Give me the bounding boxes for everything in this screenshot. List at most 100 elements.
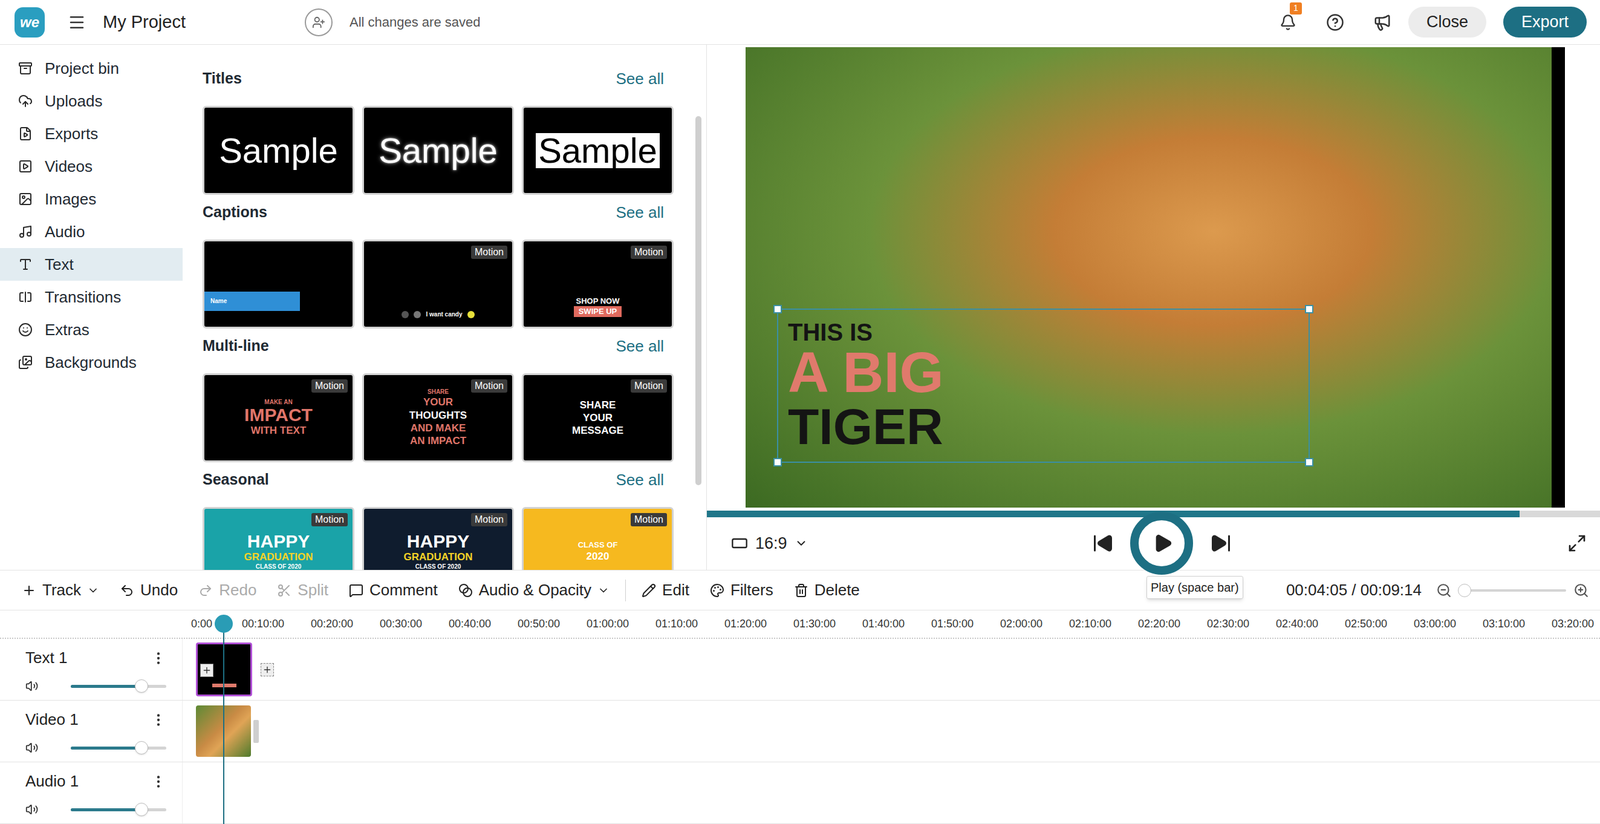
resize-handle[interactable] [1304, 457, 1314, 467]
ruler-label: 01:20:00 [711, 615, 781, 632]
logo[interactable]: we [14, 7, 45, 38]
toolbar-button[interactable]: Undo [119, 578, 178, 602]
volume-knob[interactable] [134, 802, 149, 816]
toolbar-button[interactable]: Edit [641, 578, 690, 602]
template-card[interactable]: MotionSHAREYOURMESSAGE [521, 373, 674, 462]
skip-forward-icon[interactable] [1209, 532, 1232, 554]
zoom-knob[interactable] [1457, 583, 1472, 597]
toolbar-button[interactable]: Redo [198, 578, 257, 602]
template-card[interactable]: MotionHAPPYGRADUATIONCLASS OF 2020 [202, 506, 355, 570]
template-card[interactable]: MotionCLASS OF2020 [521, 506, 674, 570]
card-text: Sample [218, 133, 339, 169]
volume-knob[interactable] [134, 679, 149, 693]
export-button[interactable]: Export [1503, 6, 1587, 38]
template-card[interactable]: MotionSHAREYOURTHOUGHTSAND MAKEAN IMPACT [362, 373, 514, 462]
see-all-link[interactable]: See all [616, 334, 675, 358]
see-all-link[interactable]: See all [616, 200, 675, 225]
toolbar-button[interactable]: Split [276, 578, 329, 602]
clip-handle[interactable] [253, 719, 259, 743]
skip-back-icon[interactable] [1092, 532, 1114, 554]
card-lines: Sample [378, 133, 498, 169]
toolbar-button[interactable]: Track [21, 578, 100, 602]
track-lane[interactable] [182, 761, 1600, 823]
template-card[interactable]: MotionHAPPYGRADUATIONCLASS OF 2020 [362, 506, 514, 570]
sidebar-item[interactable]: Project bin [0, 52, 183, 85]
add-right-button[interactable] [260, 662, 274, 677]
backgrounds-icon [18, 354, 33, 370]
track-name[interactable]: Text 1 [25, 645, 68, 670]
zoom-slider[interactable] [1459, 588, 1567, 592]
volume-fill [70, 746, 142, 750]
more-icon[interactable] [150, 711, 167, 728]
card-lines: SHOP NOWSWIPE UP [573, 296, 623, 318]
scrollbar[interactable] [695, 116, 702, 485]
card-text: MESSAGE [572, 423, 624, 437]
resize-handle[interactable] [773, 304, 782, 314]
toolbar-button[interactable]: Filters [709, 578, 774, 602]
ruler-label: 01:00:00 [573, 615, 643, 632]
add-left-button[interactable] [200, 663, 214, 677]
template-card[interactable]: Name [202, 239, 355, 329]
more-icon[interactable] [150, 773, 167, 790]
volume-slider[interactable] [70, 746, 167, 750]
template-card[interactable]: MotionI want candy [362, 239, 514, 329]
resize-handle[interactable] [1304, 304, 1314, 314]
sidebar-item[interactable]: Audio [0, 215, 183, 248]
more-icon[interactable] [150, 650, 167, 666]
resize-handle[interactable] [773, 457, 782, 467]
ruler-label: 00:40:00 [435, 615, 505, 632]
sidebar-item[interactable]: Videos [0, 149, 183, 183]
track-lane[interactable] [182, 638, 1600, 700]
template-card[interactable]: MotionSHOP NOWSWIPE UP [521, 239, 674, 329]
template-card[interactable]: Sample [202, 105, 355, 195]
fullscreen-icon[interactable] [1567, 533, 1587, 553]
zoom-in-icon[interactable] [1573, 582, 1590, 599]
volume-knob[interactable] [134, 740, 149, 755]
sidebar-item[interactable]: Backgrounds [0, 345, 183, 379]
ruler-label: 02:50:00 [1331, 615, 1401, 632]
track-header: Audio 1 [0, 761, 183, 823]
track-name[interactable]: Audio 1 [25, 769, 79, 793]
template-card[interactable]: Sample [362, 105, 514, 195]
aspect-ratio-select[interactable]: 16:9 [731, 530, 808, 556]
sidebar-item[interactable]: Extras [0, 313, 183, 346]
track-lane[interactable] [182, 700, 1600, 762]
toolbar-button[interactable]: Comment [348, 578, 438, 602]
volume-slider[interactable] [70, 807, 167, 811]
play-button[interactable] [1130, 511, 1194, 575]
volume-fill [70, 807, 142, 811]
sidebar-item[interactable]: Uploads [0, 84, 183, 118]
export-icon [18, 126, 33, 141]
see-all-link[interactable]: See all [616, 468, 675, 492]
sidebar-item[interactable]: Transitions [0, 280, 183, 314]
speaker-icon[interactable] [25, 740, 39, 755]
menu-icon[interactable] [67, 13, 86, 32]
see-all-link[interactable]: See all [616, 67, 675, 91]
share-button[interactable] [304, 8, 333, 37]
template-card[interactable]: MotionMAKE ANIMPACTWITH TEXT [202, 373, 355, 462]
ruler-label: 00:50:00 [504, 615, 574, 632]
toolbar-button[interactable]: Audio & Opacity [458, 578, 610, 602]
volume-slider[interactable] [70, 684, 167, 688]
speaker-icon[interactable] [25, 679, 39, 693]
text-overlay-box[interactable]: THIS ISA BIGTIGER [777, 308, 1310, 463]
timeline-ruler[interactable]: 0:0000:10:0000:20:0000:30:0000:40:0000:5… [0, 610, 1600, 639]
speaker-icon[interactable] [25, 802, 39, 816]
motion-badge: Motion [471, 512, 508, 527]
sidebar-item[interactable]: Exports [0, 117, 183, 150]
help-icon[interactable] [1326, 13, 1345, 32]
notifications-button[interactable]: 1 [1277, 12, 1299, 33]
toolbar-button[interactable]: Delete [793, 578, 860, 602]
template-card[interactable]: Sample [521, 105, 674, 195]
megaphone-icon[interactable] [1373, 13, 1392, 32]
card-lines: HAPPYGRADUATIONCLASS OF 2020 [244, 532, 314, 570]
close-button[interactable]: Close [1408, 6, 1487, 38]
zoom-out-icon[interactable] [1436, 582, 1452, 599]
card-text: AN IMPACT [409, 434, 467, 447]
sidebar-item[interactable]: Images [0, 182, 183, 216]
project-title[interactable]: My Project [102, 9, 305, 36]
track-name[interactable]: Video 1 [25, 707, 79, 732]
sidebar-item[interactable]: Text [0, 247, 183, 281]
playhead-knob[interactable] [214, 614, 233, 633]
video-icon [18, 159, 33, 174]
